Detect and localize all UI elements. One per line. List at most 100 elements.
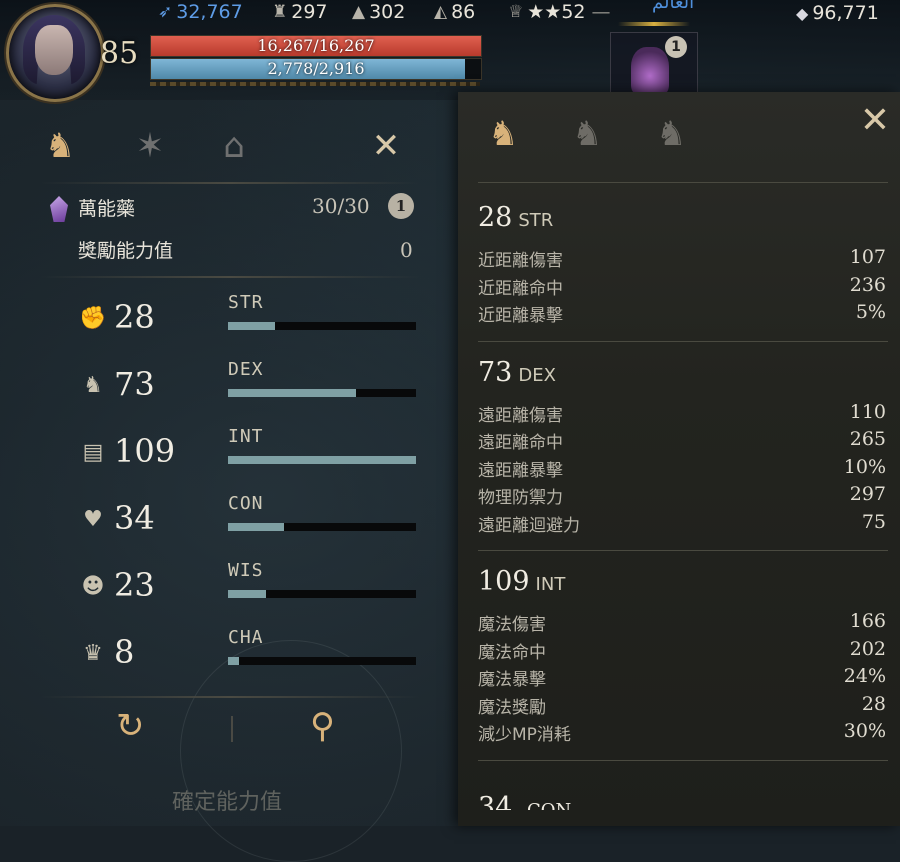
reset-icon[interactable]: ↻ <box>116 706 145 746</box>
detail-key: 遠距離暴擊 <box>478 460 563 481</box>
stat-value: 28 <box>114 298 155 336</box>
detail-line: 近距離命中 236 <box>478 274 886 300</box>
hp-text: 16,267/16,267 <box>257 36 375 55</box>
potion-icon <box>631 47 669 95</box>
stat-progress-track <box>228 389 416 397</box>
detail-section-header: 28 STR <box>478 202 553 233</box>
trophy-icon: ♕ <box>508 2 524 22</box>
bonus-value: 0 <box>400 238 413 262</box>
stat-name: CHA <box>228 627 264 648</box>
stat-row[interactable]: ☻ 23 WIS <box>78 560 428 606</box>
detail-line: 近距離暴擊 5% <box>478 301 886 327</box>
head-icon: ☻ <box>81 574 105 599</box>
resource-feather[interactable]: ➶ 32,767 <box>158 0 243 24</box>
magic-hat-icon: ◭ <box>434 2 448 22</box>
detail-value: 297 <box>849 483 886 505</box>
stat-row[interactable]: ♥ 34 CON <box>78 493 428 539</box>
elixir-label: 萬能藥 <box>78 198 136 220</box>
stat-progress-fill <box>228 322 275 330</box>
detail-key: 近距離暴擊 <box>478 306 563 326</box>
close-icon[interactable]: ✕ <box>860 100 890 141</box>
elixir-info-button[interactable]: 1 <box>388 193 414 219</box>
stat-name: DEX <box>228 359 264 380</box>
stat-progress-fill <box>228 523 285 531</box>
section-value: 73 <box>478 356 513 388</box>
detail-key: 魔法傷害 <box>478 615 546 635</box>
wizard-hat-icon: ▲ <box>352 2 366 22</box>
resource-feather-value: 32,767 <box>176 1 243 23</box>
stat-progress-track <box>228 322 416 330</box>
diamond-currency[interactable]: ◆ 96,771 <box>796 0 879 26</box>
divider <box>478 550 888 551</box>
stat-row[interactable]: ♛ 8 CHA <box>78 627 428 673</box>
helmet-gear-icon[interactable]: ♞ <box>488 114 518 154</box>
detail-line: 魔法暴擊 24% <box>478 665 886 691</box>
compass-star-icon[interactable]: ✶ <box>124 120 176 172</box>
helmet-tab-icon[interactable]: ♞ <box>34 120 86 172</box>
detail-key: 近距離傷害 <box>478 251 563 271</box>
stat-progress-fill <box>228 590 266 598</box>
crossed-swords-icon[interactable]: ✕ <box>360 120 412 172</box>
mp-bar: 2,778/2,916 <box>150 58 482 80</box>
detail-key: 減少MP消耗 <box>478 725 571 745</box>
detail-key: 魔法獎勵 <box>478 697 546 718</box>
resource-wizard-hat[interactable]: ▲ 302 <box>352 0 405 24</box>
detail-key: 魔法命中 <box>478 642 546 663</box>
divider <box>231 716 233 742</box>
stat-progress-track <box>228 657 416 665</box>
item-count-badge: 1 <box>665 36 687 58</box>
detail-value: 110 <box>849 400 886 423</box>
resource-helmet[interactable]: ♜ 297 <box>272 0 328 24</box>
cutoff-abbr: CON <box>527 800 571 810</box>
stat-detail-cutoff: 34 CON <box>478 792 571 810</box>
detail-line: 遠距離迴避力 75 <box>478 511 886 537</box>
character-portrait[interactable] <box>6 4 104 102</box>
hp-bar: 16,267/16,267 <box>150 35 482 57</box>
detail-section-header: 109 INT <box>478 566 565 597</box>
detail-value: 265 <box>849 428 886 450</box>
stat-row[interactable]: ▤ 109 INT <box>78 426 428 472</box>
stat-progress-fill <box>228 389 356 397</box>
feather-icon: ➶ <box>158 2 173 22</box>
region-label: العالم <box>652 0 695 13</box>
heart-icon: ♥ <box>83 507 103 532</box>
diamond-icon: ◆ <box>796 3 809 23</box>
stat-row[interactable]: ♞ 73 DEX <box>78 359 428 405</box>
detail-line: 遠距離傷害 110 <box>478 401 886 427</box>
section-abbr: DEX <box>518 364 556 386</box>
boot-icon: ♞ <box>83 373 103 398</box>
strength-arm-icon: ✊ <box>79 306 107 331</box>
helmet-plus-icon[interactable]: ♞ <box>572 114 602 154</box>
house-icon[interactable]: ⌂ <box>208 120 260 172</box>
magnifier-icon[interactable]: ⚲ <box>310 706 335 746</box>
helmet-circle-icon[interactable]: ♞ <box>656 114 686 154</box>
crown-icon: ♛ <box>83 641 103 666</box>
detail-value: 202 <box>849 637 886 660</box>
stat-name: INT <box>228 426 264 447</box>
divider <box>478 759 888 761</box>
background-ring <box>180 640 402 862</box>
detail-key: 物理防禦力 <box>478 488 563 508</box>
stat-row[interactable]: ✊ 28 STR <box>78 292 428 338</box>
divider <box>478 340 888 342</box>
quick-item-slot[interactable]: 1 <box>610 32 698 98</box>
hud-ornament <box>150 82 480 86</box>
stat-value: 34 <box>114 499 155 537</box>
resource-trophy[interactable]: ♕ ★★52 — <box>508 0 611 24</box>
stat-progress-track <box>228 456 416 464</box>
stat-progress-track <box>228 523 416 531</box>
detail-line: 魔法獎勵 28 <box>478 693 886 719</box>
stat-value: 73 <box>114 365 155 403</box>
section-value: 109 <box>478 566 530 597</box>
resource-magic-hat[interactable]: ◭ 86 <box>434 0 475 24</box>
stat-value: 23 <box>114 566 155 604</box>
confirm-stats-button[interactable]: 確定能力值 <box>172 784 282 816</box>
detail-key: 近距離命中 <box>478 278 563 299</box>
detail-section-header: 73 DEX <box>478 357 556 388</box>
detail-line: 減少MP消耗 30% <box>478 720 886 746</box>
mp-text: 2,778/2,916 <box>267 59 365 78</box>
elixir-gem-icon <box>50 196 68 222</box>
detail-key: 魔法暴擊 <box>478 670 546 690</box>
detail-value: 107 <box>849 246 886 268</box>
detail-key: 遠距離命中 <box>478 433 563 453</box>
